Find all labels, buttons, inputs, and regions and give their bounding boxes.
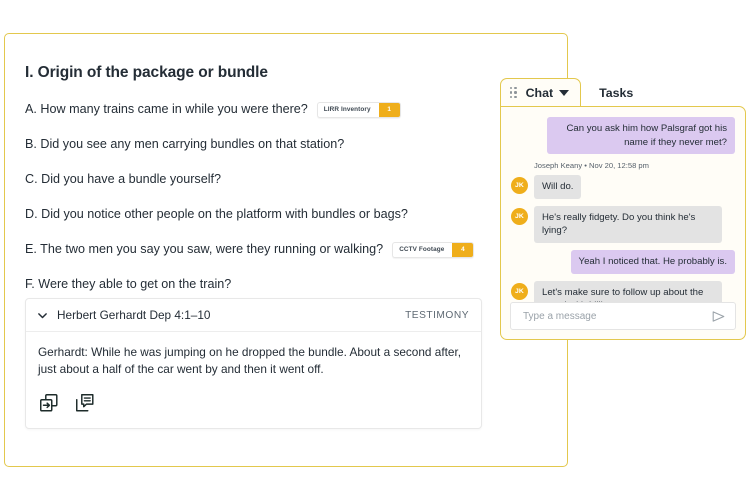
evidence-tag-count: 1 (378, 103, 400, 118)
send-paper-plane-icon[interactable] (710, 308, 727, 325)
page-title: I. Origin of the package or bundle (25, 64, 268, 81)
tab-chat-label: Chat (525, 85, 554, 100)
question-row-e: E. The two men you say you saw, were the… (25, 242, 545, 259)
testimony-action-bar (26, 384, 481, 428)
tab-chat[interactable]: Chat (500, 78, 582, 106)
question-row-d: D. Did you notice other people on the pl… (25, 207, 545, 224)
evidence-tag-label: LIRR Inventory (323, 106, 371, 114)
chat-message-text: Can you ask him how Palsgraf got his nam… (547, 117, 735, 155)
question-text: D. Did you notice other people on the pl… (25, 207, 408, 222)
drag-handle-icon[interactable] (510, 87, 517, 98)
chat-panel-tabs: Chat Tasks (500, 78, 746, 106)
question-text: F. Were they able to get on the train? (25, 277, 232, 292)
evidence-tag-label: CCTV Footage (399, 246, 445, 254)
chevron-down-icon[interactable] (36, 309, 49, 322)
chevron-down-icon[interactable] (559, 89, 570, 96)
chat-message-meta: Joseph Keany • Nov 20, 12:58 pm (534, 161, 649, 171)
chat-message-text: Will do. (534, 175, 582, 199)
question-row-c: C. Did you have a bundle yourself? (25, 172, 545, 189)
chat-message: Yeah I noticed that. He probably is. (511, 250, 735, 274)
chat-panel: Chat Tasks Can you ask him how Palsgraf … (500, 78, 746, 340)
testimony-card: Herbert Gerhardt Dep 4:1–10 TESTIMONY Ge… (25, 298, 482, 430)
chat-message-text: Yeah I noticed that. He probably is. (570, 250, 735, 274)
document-panel: I. Origin of the package or bundle A. Ho… (4, 33, 568, 467)
question-text: A. How many trains came in while you wer… (25, 102, 308, 117)
chat-message: Can you ask him how Palsgraf got his nam… (511, 117, 735, 155)
question-text: C. Did you have a bundle yourself? (25, 172, 222, 187)
tab-tasks[interactable]: Tasks (581, 86, 641, 106)
avatar: JK (511, 207, 528, 225)
insert-into-document-icon[interactable] (38, 392, 60, 414)
question-row-b: B. Did you see any men carrying bundles … (25, 137, 545, 154)
testimony-title: Herbert Gerhardt Dep 4:1–10 (57, 308, 211, 322)
evidence-tag-lirr-inventory[interactable]: LIRR Inventory 1 (316, 102, 401, 119)
testimony-kind-badge: TESTIMONY (405, 309, 469, 321)
avatar: JK (511, 282, 528, 300)
avatar: JK (511, 177, 528, 195)
question-text: B. Did you see any men carrying bundles … (25, 137, 345, 152)
evidence-tag-cctv-footage[interactable]: CCTV Footage 4 (392, 242, 475, 259)
question-row-a: A. How many trains came in while you wer… (25, 102, 545, 119)
chat-message: JK He's really fidgety. Do you think he'… (511, 205, 735, 244)
question-row-f: F. Were they able to get on the train? (25, 277, 545, 294)
question-text: E. The two men you say you saw, were the… (25, 242, 384, 257)
chat-message: JK Will do. (511, 175, 735, 199)
add-comment-icon[interactable] (74, 392, 96, 414)
testimony-card-header[interactable]: Herbert Gerhardt Dep 4:1–10 TESTIMONY (26, 299, 481, 332)
testimony-body-text: Gerhardt: While he was jumping on he dro… (38, 345, 461, 377)
chat-message-input[interactable] (521, 309, 710, 323)
evidence-tag-count: 4 (452, 243, 474, 258)
chat-message-text: He's really fidgety. Do you think he's l… (534, 205, 722, 244)
chat-input-bar[interactable] (510, 302, 736, 330)
chat-message-list[interactable]: Can you ask him how Palsgraf got his nam… (500, 106, 746, 340)
